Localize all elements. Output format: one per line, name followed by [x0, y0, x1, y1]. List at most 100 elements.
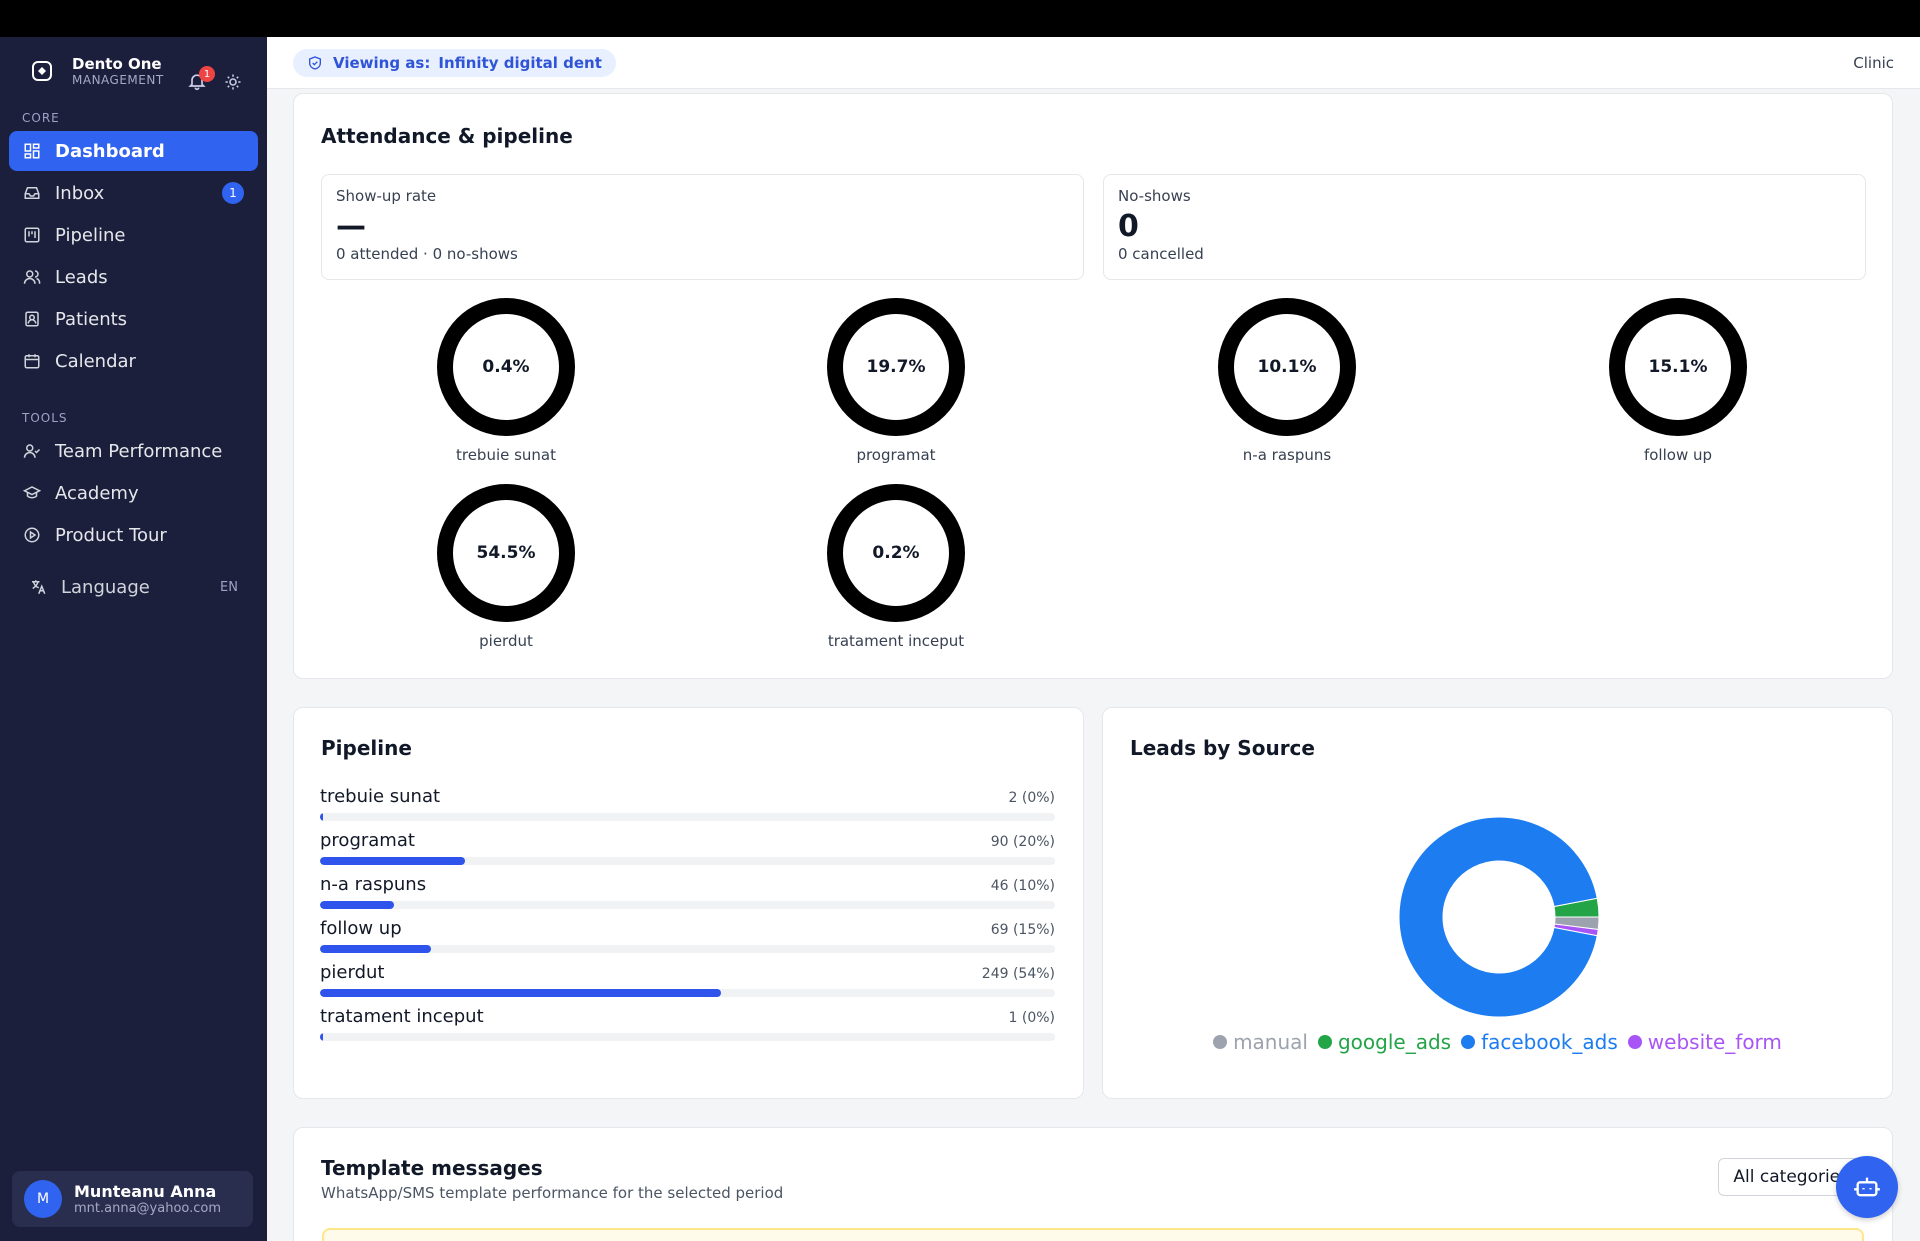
legend-item[interactable]: facebook_ads: [1461, 1030, 1618, 1054]
pipeline-stage-name: pierdut: [320, 962, 385, 983]
pipeline-stage-name: follow up: [320, 918, 402, 939]
legend-label: manual: [1233, 1030, 1308, 1054]
inbox-icon: [24, 187, 40, 199]
leads-by-source-card: Leads by Source manual google_ads facebo…: [1102, 707, 1893, 1099]
ring-value: 10.1%: [1218, 298, 1356, 436]
sidebar-item-pipeline[interactable]: Pipeline: [9, 215, 258, 255]
pipeline-stage-name: n-a raspuns: [320, 874, 427, 895]
stage-ring: 54.5% pierdut: [436, 484, 576, 650]
stage-ring: 0.2% tratament inceput: [826, 484, 966, 650]
legend-dot: [1461, 1035, 1476, 1049]
noshows-value: 0: [1118, 209, 1139, 244]
sidebar-item-academy[interactable]: Academy: [9, 473, 258, 513]
template-messages-title: Template messages: [321, 1156, 543, 1180]
legend-dot: [1317, 1035, 1332, 1049]
stage-ring: 10.1% n-a raspuns: [1217, 298, 1357, 464]
inbox-count-badge: 1: [222, 182, 244, 204]
pipeline-progress-fill: [320, 1033, 323, 1041]
showup-label: Show-up rate: [336, 187, 437, 205]
sidebar-item-leads[interactable]: Leads: [9, 257, 258, 297]
showup-sub: 0 attended · 0 no-shows: [336, 245, 518, 263]
ring-value: 15.1%: [1609, 298, 1747, 436]
user-name: Munteanu Anna: [74, 1182, 217, 1201]
legend-item[interactable]: manual: [1213, 1030, 1308, 1054]
sidebar-item-label: Inbox: [55, 182, 105, 204]
sidebar-item-dashboard[interactable]: Dashboard: [9, 131, 258, 171]
sidebar: Dento One MANAGEMENT 1 CORE Dashboard In…: [0, 37, 267, 1241]
pipeline-row: programat 90 (20%): [320, 830, 1055, 865]
calendar-icon: [24, 354, 40, 369]
pipeline-card: Pipeline trebuie sunat 2 (0%) programat 90…: [293, 707, 1084, 1099]
sidebar-item-calendar[interactable]: Calendar: [9, 341, 258, 381]
legend-label: website_form: [1647, 1030, 1782, 1054]
leads-by-source-title: Leads by Source: [1130, 736, 1315, 760]
pipeline-progress-track: [320, 945, 1055, 953]
language-selector[interactable]: Language EN: [9, 567, 258, 607]
pipeline-row: follow up 69 (15%): [320, 918, 1055, 953]
assistant-bot-button[interactable]: [1836, 1156, 1898, 1218]
topbar: Viewing as: Infinity digital dent Clinic: [267, 37, 1920, 89]
ring-value: 0.2%: [827, 484, 965, 622]
pipeline-progress-fill: [320, 813, 323, 821]
dashboard-icon: [24, 143, 40, 159]
pipeline-progress-track: [320, 857, 1055, 865]
brand-logo-icon: [32, 61, 52, 81]
pipeline-progress-track: [320, 1033, 1055, 1041]
viewing-as-pill[interactable]: Viewing as: Infinity digital dent: [293, 48, 616, 77]
attendance-card: Attendance & pipeline Show-up rate — 0 a…: [293, 93, 1893, 679]
topbar-clinic-label[interactable]: Clinic: [1853, 54, 1894, 72]
pipeline-row: tratament inceput 1 (0%): [320, 1006, 1055, 1041]
sidebar-item-label: Pipeline: [55, 224, 126, 246]
template-messages-subtitle: WhatsApp/SMS template performance for th…: [321, 1184, 784, 1202]
stage-ring: 15.1% follow up: [1608, 298, 1748, 464]
language-label: Language: [61, 576, 150, 598]
showup-value: —: [336, 209, 366, 244]
pipeline-row: n-a raspuns 46 (10%): [320, 874, 1055, 909]
pipeline-stage-name: trebuie sunat: [320, 786, 441, 807]
notification-badge: 1: [199, 66, 215, 82]
pipeline-progress-fill: [320, 901, 395, 909]
sidebar-item-team-performance[interactable]: Team Performance: [9, 431, 258, 471]
core-section-title: CORE: [22, 111, 60, 125]
sidebar-item-label: Dashboard: [55, 140, 165, 162]
viewing-as-value: Infinity digital dent: [438, 53, 602, 72]
template-messages-card: Template messages WhatsApp/SMS template …: [293, 1127, 1893, 1241]
pipeline-progress-fill: [320, 857, 465, 865]
tools-section-title: TOOLS: [22, 411, 68, 425]
ring-value: 54.5%: [437, 484, 575, 622]
pipeline-title: Pipeline: [321, 736, 412, 760]
sidebar-item-patients[interactable]: Patients: [9, 299, 258, 339]
sidebar-item-product-tour[interactable]: Product Tour: [9, 515, 258, 555]
legend-label: google_ads: [1337, 1030, 1452, 1054]
noshows-box: No-shows 0 0 cancelled: [1103, 174, 1866, 280]
legend-dot: [1213, 1035, 1228, 1049]
pipeline-progress-track: [320, 901, 1055, 909]
brand-name: Dento One: [72, 55, 162, 73]
shield-check-icon: [309, 55, 321, 70]
sidebar-item-label: Team Performance: [55, 440, 223, 462]
noshows-sub: 0 cancelled: [1118, 245, 1204, 263]
sidebar-item-label: Leads: [55, 266, 108, 288]
showup-rate-box: Show-up rate — 0 attended · 0 no-shows: [321, 174, 1084, 280]
main-content: Viewing as: Infinity digital dent Clinic…: [267, 37, 1920, 1241]
user-profile-card[interactable]: M Munteanu Anna mnt.anna@yahoo.com: [12, 1171, 253, 1227]
chart-legend: manual google_ads facebook_ads website_f…: [1103, 1030, 1892, 1054]
legend-item[interactable]: google_ads: [1317, 1030, 1452, 1054]
avatar: M: [24, 1180, 62, 1218]
sidebar-item-inbox[interactable]: Inbox 1: [9, 173, 258, 213]
pipeline-stage-count: 69 (15%): [990, 922, 1055, 938]
translate-icon: [32, 580, 46, 595]
stage-ring: 0.4% trebuie sunat: [436, 298, 576, 464]
theme-toggle-icon[interactable]: [224, 73, 242, 91]
pipeline-icon: [24, 227, 40, 243]
ring-value: 19.7%: [827, 298, 965, 436]
academy-icon: [23, 486, 41, 499]
ring-value: 0.4%: [437, 298, 575, 436]
sidebar-item-label: Academy: [55, 482, 139, 504]
leads-donut-chart: [1398, 816, 1600, 1018]
legend-item[interactable]: website_form: [1627, 1030, 1782, 1054]
ring-label: tratament inceput: [827, 632, 965, 650]
pipeline-progress-fill: [320, 989, 721, 997]
sidebar-item-label: Patients: [55, 308, 128, 330]
play-icon: [24, 527, 40, 543]
